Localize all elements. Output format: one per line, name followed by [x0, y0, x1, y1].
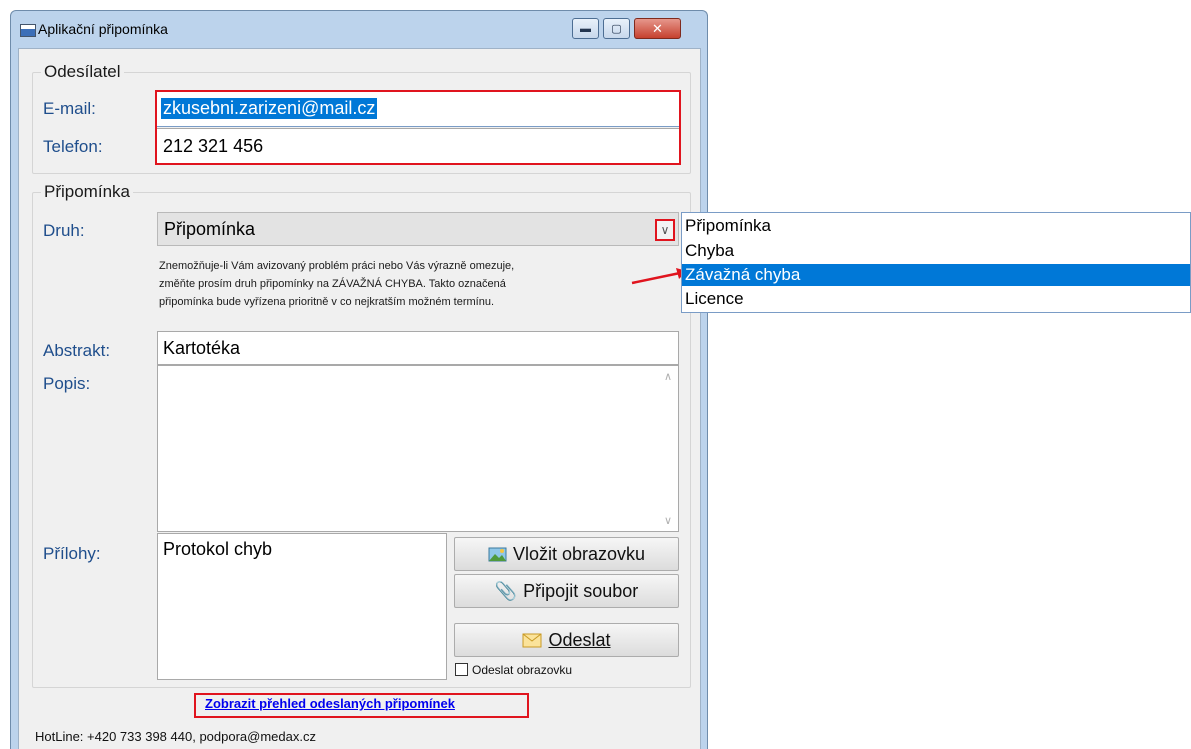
send-screen-checkbox[interactable]: [455, 663, 468, 676]
close-icon: ✕: [652, 20, 663, 36]
abstract-value: Kartotéka: [163, 338, 241, 358]
dropdown-option-chyba[interactable]: Chyba: [682, 240, 1190, 262]
send-screen-checkbox-label: Odeslat obrazovku: [472, 663, 573, 677]
priority-hint: Znemožňuje-li Vám avizovaný problém prác…: [159, 257, 514, 311]
history-link[interactable]: Zobrazit přehled odeslaných připomínek: [205, 696, 455, 711]
minimize-button[interactable]: ▬: [572, 18, 599, 39]
description-label: Popis:: [43, 374, 91, 393]
attachment-item[interactable]: Protokol chyb: [163, 539, 272, 560]
type-select-value: Připomínka: [164, 219, 256, 239]
hint-line-3: připomínka bude vyřízena prioritně v co …: [159, 296, 495, 308]
maximize-icon: ▢: [611, 23, 622, 35]
phone-label: Telefon:: [43, 137, 103, 156]
app-window-icon: [20, 24, 36, 37]
description-scrollbar[interactable]: ∧ ∨: [660, 366, 678, 531]
reminder-group-title: Připomínka: [41, 182, 133, 202]
sender-group-title: Odesílatel: [41, 62, 124, 82]
hotline-text: HotLine: +420 733 398 440, podpora@medax…: [35, 729, 316, 744]
dropdown-option-pripominka[interactable]: Připomínka: [682, 215, 1190, 237]
minimize-icon: ▬: [580, 22, 591, 35]
paperclip-icon: 📎: [494, 580, 518, 601]
description-textarea[interactable]: ∧ ∨: [157, 365, 679, 532]
hint-line-2: změňte prosím druh připomínky na ZÁVAŽNÁ…: [159, 278, 506, 290]
envelope-icon: [522, 633, 542, 647]
send-button[interactable]: Odeslat: [454, 623, 679, 657]
attach-file-button[interactable]: 📎 Připojit soubor: [454, 574, 679, 608]
scroll-up-icon[interactable]: ∧: [664, 370, 672, 383]
abstract-label: Abstrakt:: [43, 341, 111, 360]
abstract-field[interactable]: Kartotéka: [157, 331, 679, 365]
send-label: Odeslat: [548, 629, 611, 650]
insert-screen-label: Vložit obrazovku: [512, 543, 646, 564]
email-label: E-mail:: [43, 99, 96, 118]
type-dropdown-button[interactable]: ∨: [655, 219, 675, 241]
chevron-down-icon: ∨: [660, 223, 670, 237]
scroll-down-icon[interactable]: ∨: [664, 514, 672, 527]
attach-file-label: Připojit soubor: [523, 580, 639, 601]
maximize-button[interactable]: ▢: [603, 18, 630, 39]
insert-screen-button[interactable]: Vložit obrazovku: [454, 537, 679, 571]
attachments-list[interactable]: Protokol chyb: [157, 533, 447, 680]
screenshot-icon: [488, 547, 507, 561]
attachments-label: Přílohy:: [43, 544, 101, 563]
close-button[interactable]: ✕: [634, 18, 681, 39]
contact-highlight-box: [155, 90, 681, 165]
dropdown-option-zavazna-chyba[interactable]: Závažná chyba: [682, 264, 1190, 286]
window-title: Aplikační připomínka: [38, 21, 168, 37]
type-dropdown-list[interactable]: Připomínka Chyba Závažná chyba Licence: [681, 212, 1191, 313]
type-label: Druh:: [43, 221, 85, 240]
hint-line-1: Znemožňuje-li Vám avizovaný problém prác…: [159, 260, 515, 272]
type-select[interactable]: Připomínka: [157, 212, 679, 246]
dropdown-option-licence[interactable]: Licence: [682, 288, 1190, 310]
